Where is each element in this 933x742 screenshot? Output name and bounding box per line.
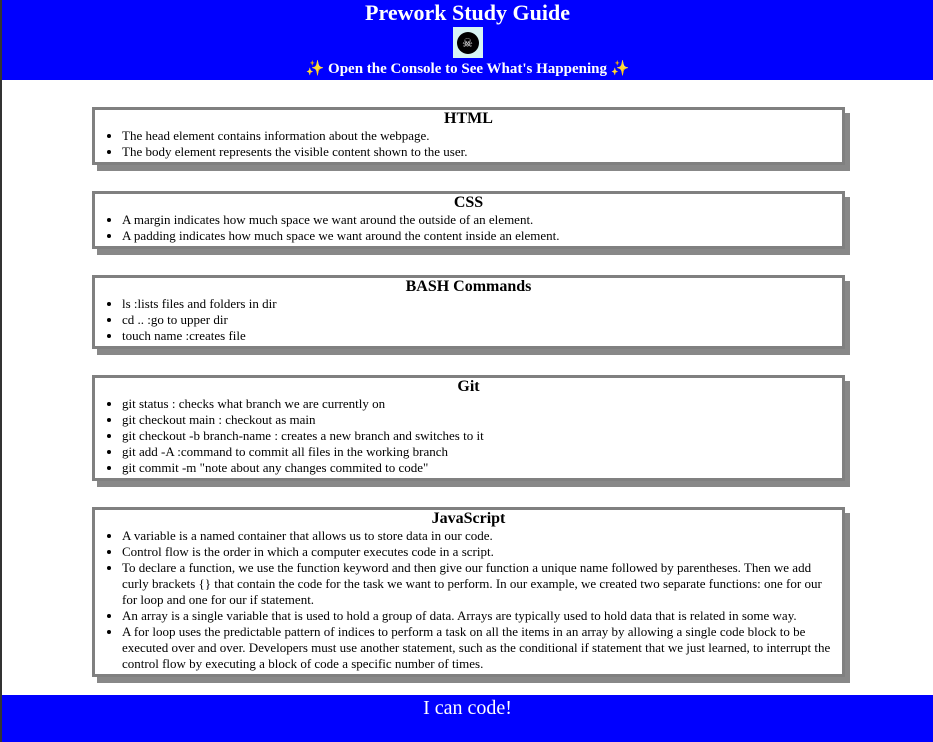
list-item: An array is a single variable that is us…: [122, 608, 842, 624]
subtitle: ✨ Open the Console to See What's Happeni…: [2, 58, 933, 80]
section-card-git: Gitgit status : checks what branch we ar…: [92, 375, 845, 481]
list-item: git status : checks what branch we are c…: [122, 396, 842, 412]
list-item: git checkout -b branch-name : creates a …: [122, 428, 842, 444]
list-item: cd .. :go to upper dir: [122, 312, 842, 328]
cat-skull-icon: ☠: [456, 31, 479, 54]
list-item: The body element represents the visible …: [122, 144, 842, 160]
section-title: JavaScript: [431, 510, 506, 527]
section-card-bash-commands: BASH Commandsls :lists files and folders…: [92, 275, 845, 349]
section-list: A variable is a named container that all…: [95, 528, 842, 672]
subtitle-text: Open the Console to See What's Happening: [328, 61, 607, 77]
section-title: Git: [457, 378, 480, 395]
list-item: A for loop uses the predictable pattern …: [122, 624, 842, 672]
list-item: To declare a function, we use the functi…: [122, 560, 842, 608]
page-header: Prework Study Guide ☠ ✨ Open the Console…: [2, 0, 933, 80]
section-title: CSS: [453, 194, 484, 211]
section-list: ls :lists files and folders in dircd .. …: [95, 296, 842, 344]
section-list: A margin indicates how much space we wan…: [95, 212, 842, 244]
page-footer: I can code!: [2, 695, 933, 742]
section-list: The head element contains information ab…: [95, 128, 842, 160]
study-sections: HTMLThe head element contains informatio…: [2, 80, 933, 677]
section-list: git status : checks what branch we are c…: [95, 396, 842, 476]
sparkle-icon: ✨: [610, 61, 630, 77]
list-item: The head element contains information ab…: [122, 128, 842, 144]
section-title: HTML: [444, 110, 493, 127]
list-item: A variable is a named container that all…: [122, 528, 842, 544]
logo: ☠: [452, 27, 483, 58]
list-item: A margin indicates how much space we wan…: [122, 212, 842, 228]
list-item: Control flow is the order in which a com…: [122, 544, 842, 560]
list-item: git commit -m "note about any changes co…: [122, 460, 842, 476]
list-item: A padding indicates how much space we wa…: [122, 228, 842, 244]
list-item: touch name :creates file: [122, 328, 842, 344]
sparkle-icon: ✨: [305, 61, 325, 77]
footer-text: I can code!: [423, 697, 512, 719]
list-item: ls :lists files and folders in dir: [122, 296, 842, 312]
section-card-html: HTMLThe head element contains informatio…: [92, 107, 845, 165]
list-item: git checkout main : checkout as main: [122, 412, 842, 428]
section-title: BASH Commands: [405, 278, 532, 295]
page-title: Prework Study Guide: [365, 0, 570, 25]
section-card-javascript: JavaScriptA variable is a named containe…: [92, 507, 845, 677]
section-card-css: CSSA margin indicates how much space we …: [92, 191, 845, 249]
list-item: git add -A :command to commit all files …: [122, 444, 842, 460]
